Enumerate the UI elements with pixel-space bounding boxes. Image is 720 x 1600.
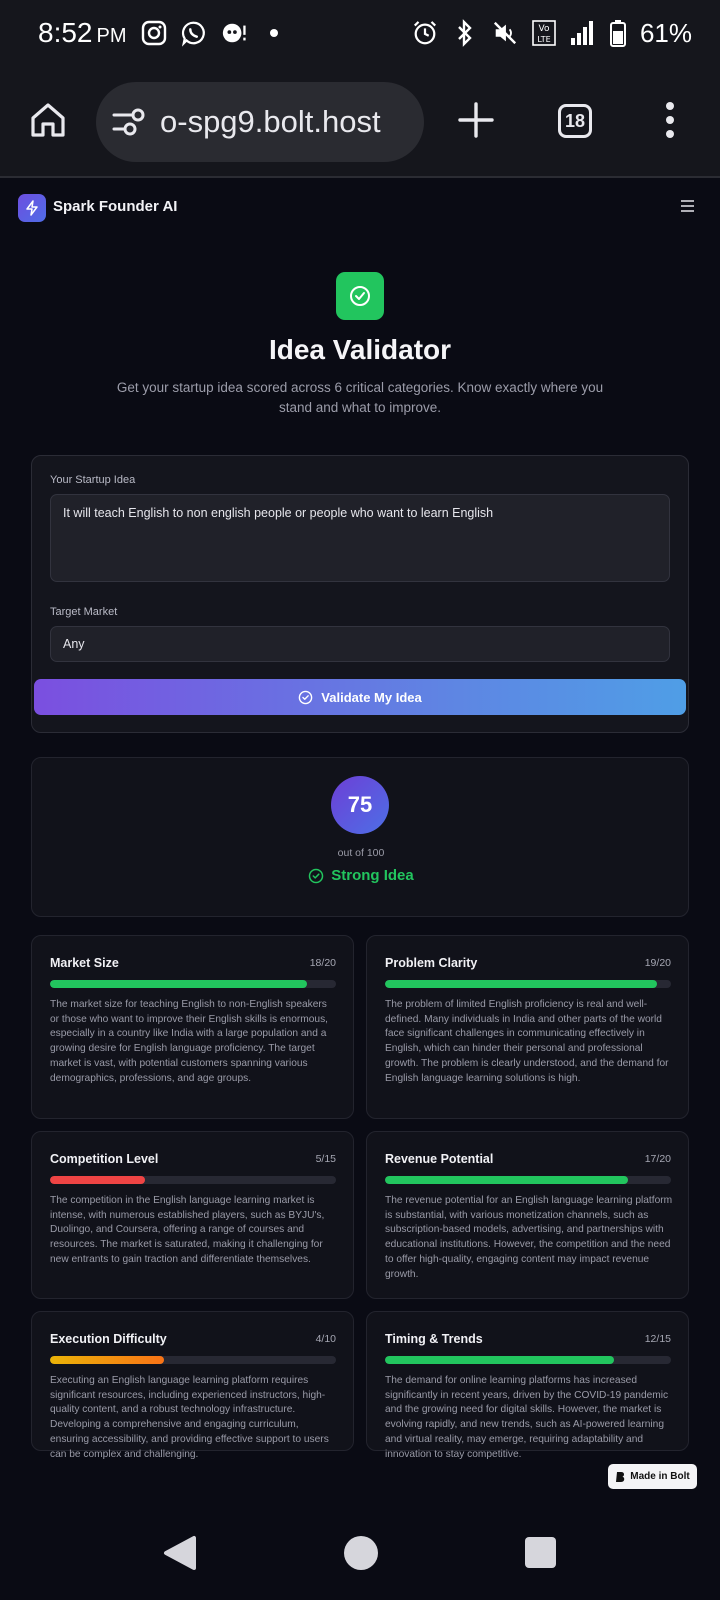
category-description: The revenue potential for an English lan… [385, 1195, 673, 1280]
status-time: 8:52 PM [38, 17, 127, 48]
category-name: Timing & Trends [385, 1332, 483, 1346]
site-settings-icon[interactable] [112, 107, 146, 137]
address-bar[interactable]: o-spg9.bolt.host [96, 82, 424, 162]
back-icon[interactable] [163, 1535, 197, 1576]
alarm-icon [412, 20, 438, 46]
category-progress-bar [385, 980, 671, 988]
category-progress-bar [385, 1176, 671, 1184]
category-name: Market Size [50, 956, 119, 970]
category-progress-fill [385, 980, 657, 988]
category-card: Execution Difficulty 4/10 Executing an E… [31, 1311, 354, 1460]
category-progress-fill [50, 1356, 165, 1364]
brand-name[interactable]: Spark Founder AI [53, 198, 177, 215]
browser-toolbar: o-spg9.bolt.host 18 [0, 66, 720, 178]
status-bar: 8:52 PM Vo LTE 61% [0, 0, 720, 66]
system-navigation-bar [0, 1500, 720, 1600]
dot-icon [261, 20, 287, 46]
page-title: Idea Validator [268, 334, 452, 365]
category-progress-fill [385, 1356, 614, 1364]
svg-text:Vo: Vo [538, 24, 549, 34]
category-score: 5/15 [315, 1153, 336, 1165]
app-header: Spark Founder AI [0, 178, 720, 236]
category-progress-bar [385, 1356, 671, 1364]
category-card: Revenue Potential 17/20 The revenue pote… [366, 1131, 689, 1299]
category-name: Execution Difficulty [50, 1332, 167, 1346]
category-description: The demand for online learning platforms… [385, 1375, 669, 1460]
check-circle-icon [336, 272, 384, 320]
battery-icon [609, 20, 626, 47]
svg-text:LTE: LTE [537, 35, 550, 44]
url-text[interactable]: o-spg9.bolt.host [160, 104, 381, 140]
category-name: Competition Level [50, 1152, 159, 1166]
made-in-bolt-badge[interactable]: Made in Bolt [608, 1464, 697, 1489]
category-card: Timing & Trends 12/15 The demand for onl… [366, 1311, 689, 1460]
category-description: The competition in the English language … [50, 1195, 325, 1265]
bolt-logo-icon[interactable] [18, 194, 46, 222]
bolt-b-icon [616, 1471, 625, 1482]
lte-icon: Vo LTE [532, 20, 556, 46]
score-out-of: out of 100 [337, 847, 385, 859]
validate-button[interactable]: Validate My Idea [34, 679, 686, 715]
hamburger-menu-icon[interactable] [680, 199, 695, 213]
recent-apps-button[interactable] [525, 1537, 556, 1568]
new-tab-icon[interactable] [456, 98, 496, 142]
category-score: 18/20 [309, 957, 336, 969]
category-score: 12/15 [644, 1333, 671, 1345]
score-card: 75 out of 100 Strong Idea [31, 757, 689, 917]
mute-icon [492, 20, 518, 46]
more-options-icon[interactable] [664, 100, 676, 140]
category-progress-bar [50, 1356, 336, 1364]
page-subtitle: Get your startup idea scored across 6 cr… [116, 380, 604, 415]
category-name: Revenue Potential [385, 1152, 494, 1166]
score-value: 75 [331, 776, 389, 834]
market-label: Target Market [50, 606, 118, 618]
battery-percent: 61% [639, 17, 692, 48]
idea-label: Your Startup Idea [50, 474, 136, 486]
category-score: 19/20 [644, 957, 671, 969]
bluetooth-icon [452, 19, 478, 47]
category-progress-bar [50, 980, 336, 988]
category-description: Executing an English language learning p… [50, 1375, 329, 1460]
validate-button-label: Validate My Idea [321, 689, 422, 705]
verdict-label: Strong Idea [331, 867, 414, 884]
idea-input[interactable]: It will teach English to non english peo… [50, 494, 670, 582]
check-circle-icon [298, 690, 313, 704]
category-progress-bar [50, 1176, 336, 1184]
category-card: Competition Level 5/15 The competition i… [31, 1131, 354, 1299]
check-circle-icon [308, 868, 324, 883]
category-progress-fill [50, 1176, 146, 1184]
market-input[interactable]: Any [50, 626, 670, 662]
category-progress-fill [50, 980, 308, 988]
category-description: The market size for teaching English to … [50, 999, 329, 1084]
instagram-icon [141, 20, 167, 46]
made-in-bolt-label: Made in Bolt [630, 1471, 690, 1482]
category-description: The problem of limited English proficien… [385, 999, 669, 1084]
home-button[interactable] [344, 1536, 378, 1570]
signal-icon [570, 20, 596, 46]
category-score: 17/20 [644, 1153, 671, 1165]
chat-bot-icon [221, 20, 247, 46]
whatsapp-icon [181, 20, 207, 47]
category-card: Problem Clarity 19/20 The problem of lim… [366, 935, 689, 1119]
idea-form-card: Your Startup Idea It will teach English … [31, 455, 689, 733]
category-name: Problem Clarity [385, 956, 478, 970]
score-verdict: Strong Idea [32, 867, 690, 884]
category-score: 4/10 [315, 1333, 336, 1345]
home-icon[interactable] [28, 100, 68, 140]
category-progress-fill [385, 1176, 629, 1184]
category-card: Market Size 18/20 The market size for te… [31, 935, 354, 1119]
tab-switcher-button[interactable]: 18 [558, 104, 592, 138]
